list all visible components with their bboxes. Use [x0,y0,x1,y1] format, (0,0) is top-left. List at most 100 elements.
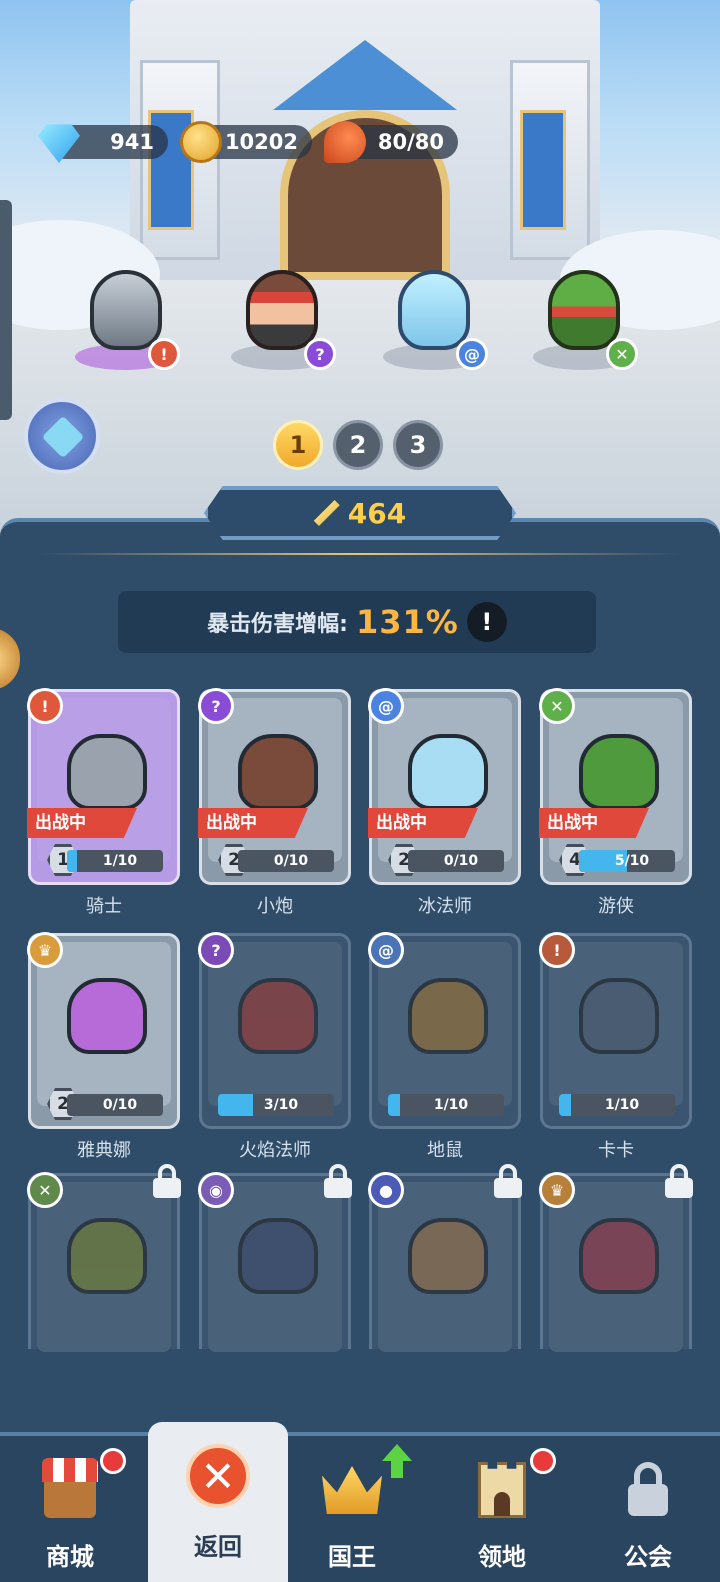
hero-card[interactable]: ? 3/10 火焰法师 [198,932,351,1161]
magic-icon: ? [198,932,234,968]
power-value: 464 [347,496,407,530]
field-hero-ice-mage[interactable]: @ [378,260,488,370]
crit-value: 131% [355,603,459,641]
tab-territory[interactable]: 领地 [432,1436,572,1582]
hero-card[interactable]: ? 出战中 2 0/10 小炮 [198,688,351,917]
hero-card[interactable]: ! 1/10 卡卡 [539,932,692,1161]
hero-card[interactable]: ! 出战中 1 1/10 骑士 [27,688,180,917]
tab-shop[interactable]: 商城 [0,1436,140,1582]
hero-name: 火焰法师 [239,1140,311,1161]
meat-icon [324,121,366,163]
lock-icon [151,1164,183,1198]
notification-dot [530,1448,556,1474]
sword-icon: ! [539,932,575,968]
sword-icon: ! [27,688,63,724]
coin-icon [180,121,222,163]
stamina-counter[interactable]: 80/80 [324,121,458,163]
coin-counter[interactable]: 10202 [180,121,312,163]
tab-king[interactable]: 国王 [282,1436,422,1582]
hero-portrait [67,978,147,1054]
diamond-icon [41,415,85,459]
shard-progress: 0/10 [238,850,334,872]
tab-king-label: 国王 [328,1543,376,1571]
hero-portrait [579,978,659,1054]
tab-back[interactable]: ✕ 返回 [148,1422,288,1582]
hero-portrait [238,978,318,1054]
crown-icon: ♛ [27,932,63,968]
in-battle-tag: 出战中 [198,808,308,838]
swirl-icon: @ [368,688,404,724]
hero-card[interactable]: ● [368,1164,522,1352]
tab-guild[interactable]: 公会 [578,1436,718,1582]
hero-card[interactable]: ♛ 2 0/10 雅典娜 [27,932,180,1161]
hero-card[interactable]: @1/10 地鼠 [368,932,521,1161]
field-hero-cannon[interactable]: ? [226,260,336,370]
formation-button[interactable] [24,398,100,474]
leaf-icon: ✕ [27,1172,63,1208]
gem-amount: 941 [110,130,154,154]
hero-portrait [579,734,659,810]
magic-icon: ? [198,688,234,724]
shard-progress: 1/10 [388,1094,504,1116]
lock-icon [663,1164,695,1198]
hero-card[interactable]: ✕ [27,1164,181,1352]
leaf-icon: ✕ [606,338,638,370]
hero-portrait [408,1218,488,1294]
team-page-1[interactable]: 1 [273,420,323,470]
magic-icon: ? [304,338,336,370]
stamina-amount: 80/80 [377,130,444,154]
swirl-icon: @ [456,338,488,370]
hero-name: 骑士 [86,896,122,917]
hero-name: 雅典娜 [77,1140,131,1161]
in-battle-tag: 出战中 [368,808,478,838]
shard-progress: 0/10 [67,1094,163,1116]
tab-back-label: 返回 [194,1533,242,1561]
hero-portrait [408,734,488,810]
in-battle-tag: 出战中 [27,808,137,838]
crown-icon [320,1458,384,1520]
crown-icon: ♛ [539,1172,575,1208]
notification-dot [100,1448,126,1474]
hero-portrait [67,734,147,810]
hero-name: 地鼠 [427,1140,463,1161]
tab-shop-label: 商城 [46,1543,94,1571]
team-page-3[interactable]: 3 [393,420,443,470]
upgrade-arrow-icon [382,1444,412,1478]
hero-name: 冰法师 [418,896,472,917]
lock-icon [492,1164,524,1198]
shard-progress: 5/10 [579,850,675,872]
shard-progress: 0/10 [408,850,504,872]
lock-icon [616,1458,680,1520]
hero-name: 游侠 [598,896,634,917]
crit-label: 暴击伤害增幅: [207,612,348,637]
info-icon[interactable]: ! [466,602,507,642]
sword-icon: ! [148,338,180,370]
hero-name: 卡卡 [598,1140,634,1161]
shard-progress-text: 1/10 [604,1097,640,1113]
tab-territory-label: 领地 [478,1543,526,1571]
field-hero-knight[interactable]: ! [70,260,180,370]
shard-progress: 1/10 [559,1094,675,1116]
in-battle-tag: 出战中 [539,808,649,838]
team-power: 464 [204,486,516,540]
bottom-nav: 商城 ✕ 返回 国王 领地 公会 [0,1422,720,1582]
shard-progress-text: 3/10 [263,1097,299,1113]
hero-card[interactable]: ◉ [198,1164,352,1352]
field-hero-ranger[interactable]: ✕ [528,260,638,370]
shard-progress: 3/10 [218,1094,334,1116]
gem-counter[interactable]: 941 [38,124,168,163]
hero-portrait [238,1218,318,1294]
side-drawer-handle[interactable] [0,200,12,420]
hero-card[interactable]: ✕ 出战中 4 5/10 游侠 [539,688,692,917]
hero-card[interactable]: @ 出战中 2 0/10 冰法师 [368,688,521,917]
team-page-selector: 1 2 3 [273,420,443,470]
castle-icon [470,1458,534,1520]
team-page-2[interactable]: 2 [333,420,383,470]
shard-progress-text: 1/10 [102,853,138,869]
shop-icon [38,1458,102,1520]
hero-card[interactable]: ♛ [539,1164,693,1352]
paw-icon: ● [368,1172,404,1208]
eye-icon: ◉ [198,1172,234,1208]
shard-progress-text: 5/10 [614,853,650,869]
close-icon: ✕ [186,1444,250,1508]
